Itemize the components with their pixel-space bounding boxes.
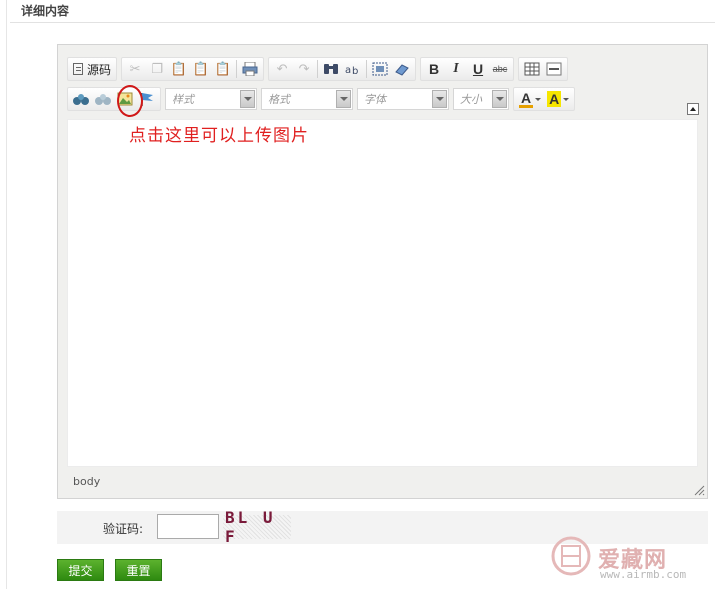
cut-icon[interactable]: ✂: [124, 59, 146, 79]
size-dropdown[interactable]: 大小: [453, 88, 509, 110]
undo-icon[interactable]: ↶: [271, 59, 293, 79]
chevron-down-icon: [563, 97, 570, 101]
toolbar-separator: [317, 60, 319, 78]
title-divider: [10, 22, 715, 23]
annotation-hint: 点击这里可以上传图片: [129, 126, 309, 146]
section-title: 详细内容: [21, 4, 70, 18]
editor-content-area[interactable]: [67, 119, 698, 467]
captcha-image-text: BL U F: [225, 508, 276, 546]
watermark-seal-icon: [551, 536, 591, 576]
font-dropdown-label: 字体: [364, 93, 386, 106]
toolbar-separator: [366, 60, 368, 78]
toolbar-row-2: 样式 格式 字体 大小 A A: [67, 87, 579, 111]
rich-text-editor: 源码 ✂ ❐ 📋 📋 📋 ↶ ↷ ab B I U abc 样式 格式 字体 大…: [57, 44, 708, 499]
link-image-group: [67, 87, 161, 111]
text-color-icon: A: [519, 89, 534, 108]
captcha-label: 验证码:: [103, 522, 144, 536]
find-icon[interactable]: [320, 59, 342, 79]
chevron-down-icon: [336, 90, 351, 108]
bg-color-button[interactable]: A: [544, 89, 572, 109]
captcha-input[interactable]: [157, 514, 219, 539]
italic-button[interactable]: I: [445, 59, 467, 79]
toolbar-separator: [236, 60, 238, 78]
format-dropdown[interactable]: 格式: [261, 88, 353, 110]
replace-icon[interactable]: ab: [342, 59, 364, 79]
text-style-group: B I U abc: [420, 57, 515, 81]
format-dropdown-label: 格式: [268, 93, 290, 106]
bg-color-icon: A: [547, 91, 562, 107]
chevron-down-icon: [240, 90, 255, 108]
unlink-icon[interactable]: [92, 89, 114, 109]
print-icon[interactable]: [239, 59, 261, 79]
insert-group: [518, 57, 569, 81]
image-button-highlight-circle: [117, 85, 143, 117]
chevron-down-icon: [432, 90, 447, 108]
style-dropdown-label: 样式: [172, 93, 194, 106]
bold-button[interactable]: B: [423, 59, 445, 79]
redo-icon[interactable]: ↷: [293, 59, 315, 79]
table-icon[interactable]: [521, 59, 543, 79]
watermark: 爱藏网 www.airmb.com: [548, 530, 708, 586]
style-dropdown[interactable]: 样式: [165, 88, 257, 110]
paste-word-icon[interactable]: 📋: [212, 59, 234, 79]
svg-text:a: a: [345, 65, 351, 76]
select-all-icon[interactable]: [369, 59, 391, 79]
text-color-button[interactable]: A: [516, 89, 544, 109]
color-group: A A: [513, 87, 576, 111]
watermark-url: www.airmb.com: [600, 568, 687, 581]
underline-button[interactable]: U: [467, 59, 489, 79]
remove-format-icon[interactable]: [391, 59, 413, 79]
paste-icon[interactable]: 📋: [168, 59, 190, 79]
resize-grip-icon[interactable]: [693, 484, 705, 496]
submit-button[interactable]: 提交: [57, 559, 104, 581]
collapse-toolbar-button[interactable]: [687, 103, 699, 115]
font-dropdown[interactable]: 字体: [357, 88, 449, 110]
copy-icon[interactable]: ❐: [146, 59, 168, 79]
source-label: 源码: [87, 62, 112, 77]
toolbar-row-1: 源码 ✂ ❐ 📋 📋 📋 ↶ ↷ ab B I U abc: [67, 57, 572, 81]
chevron-down-icon: [535, 97, 542, 101]
paste-text-icon[interactable]: 📋: [190, 59, 212, 79]
strikethrough-button[interactable]: abc: [489, 59, 511, 79]
source-doc-icon: [73, 63, 83, 75]
reset-button[interactable]: 重置: [115, 559, 162, 581]
source-group: 源码: [67, 57, 118, 81]
captcha-image[interactable]: BL U F: [223, 508, 291, 546]
element-path: body: [73, 475, 101, 488]
size-dropdown-label: 大小: [460, 93, 482, 106]
clipboard-group: ✂ ❐ 📋 📋 📋: [121, 57, 265, 81]
chevron-down-icon: [492, 90, 507, 108]
link-icon[interactable]: [70, 89, 92, 109]
horizontal-rule-icon[interactable]: [543, 59, 565, 79]
svg-text:b: b: [352, 66, 358, 76]
source-button[interactable]: 源码: [70, 59, 114, 79]
left-divider: [6, 0, 7, 589]
edit-group: ↶ ↷ ab: [268, 57, 417, 81]
